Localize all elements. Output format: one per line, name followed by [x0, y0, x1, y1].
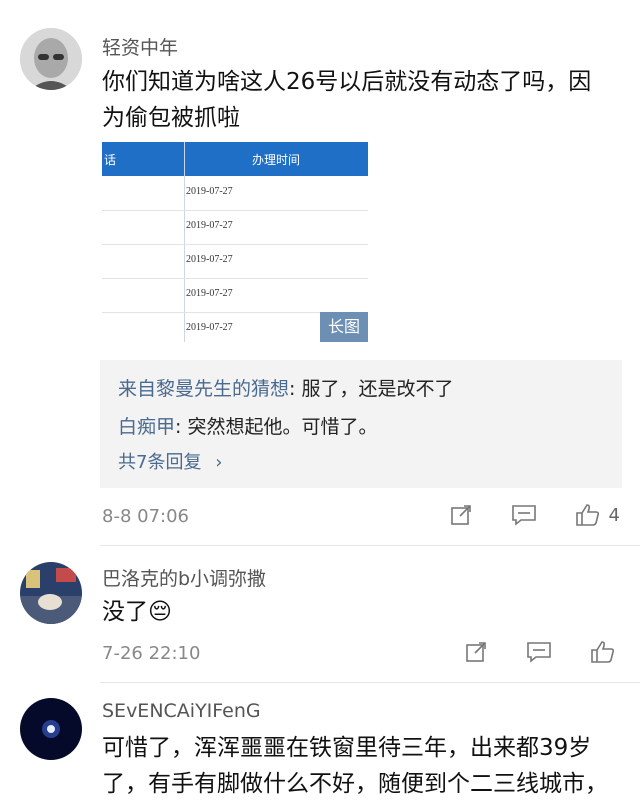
share-icon [466, 642, 486, 662]
share-icon [450, 505, 471, 525]
table-row: 2019-07-27 [102, 244, 368, 279]
long-image-badge: 长图 [320, 312, 368, 342]
date-cell: 2019-07-27 [186, 220, 233, 231]
reply-text: 服了，还是改不了 [301, 378, 454, 400]
thumbs-up-icon [575, 504, 599, 526]
timestamp: 7-26 22:10 [102, 643, 201, 664]
avatar[interactable] [20, 698, 82, 760]
more-replies-link[interactable]: 共7条回复 › [118, 448, 222, 474]
date-cell: 2019-07-27 [186, 288, 233, 299]
share-button[interactable] [449, 503, 473, 527]
table-row: 2019-07-27 [102, 210, 368, 245]
avatar[interactable] [20, 562, 82, 624]
share-button[interactable] [464, 640, 488, 664]
username[interactable]: SEvENCAiYIFenG [102, 700, 261, 722]
comment-actions: 4 [411, 503, 620, 527]
comment-text: 了，有手有脚做什么不好，随便到个二三线城市， [102, 771, 608, 797]
reply-author[interactable]: 白痴甲 [118, 416, 175, 438]
comment-text: 你们知道为啥这人26号以后就没有动态了吗，因 [102, 69, 592, 95]
chevron-right-icon: › [215, 452, 223, 473]
comment-text: 可惜了，浑浑噩噩在铁窗里待三年，出来都39岁 [102, 735, 592, 761]
comment-icon [511, 505, 536, 526]
comment-actions [426, 640, 616, 664]
reply-colon: : [289, 378, 302, 400]
divider [100, 682, 640, 683]
date-cell: 2019-07-27 [186, 186, 233, 197]
thumbs-up-icon [591, 641, 615, 663]
more-replies-label: 共7条回复 [118, 452, 202, 473]
date-cell: 2019-07-27 [186, 322, 233, 333]
table-header-cell: 话 [104, 153, 117, 167]
comment-image[interactable]: 话 办理时间 2019-07-27 2019-07-27 2019-07-27 … [102, 142, 368, 342]
username[interactable]: 轻资中年 [102, 33, 178, 60]
divider [100, 545, 640, 546]
date-cell: 2019-07-27 [186, 254, 233, 265]
table-row: 2019-07-27 [102, 278, 368, 313]
reply-text: 突然想起他。可惜了。 [187, 416, 378, 438]
comment-text: 为偷包被抓啦 [102, 105, 240, 131]
replies-box[interactable]: 来自黎曼先生的猜想: 服了，还是改不了 白痴甲: 突然想起他。可惜了。 共7条回… [100, 360, 622, 488]
reply-author[interactable]: 来自黎曼先生的猜想 [118, 378, 289, 400]
comment-button[interactable] [511, 503, 537, 527]
reply: 来自黎曼先生的猜想: 服了，还是改不了 [118, 374, 453, 401]
table-header-cell: 办理时间 [251, 153, 300, 167]
comment-text: 没了😔 [102, 599, 172, 625]
comment-icon [527, 642, 551, 663]
avatar[interactable] [20, 28, 82, 90]
timestamp: 8-8 07:06 [102, 506, 189, 527]
username[interactable]: 巴洛克的b小调弥撒 [102, 564, 266, 591]
table-row: 2019-07-27 [102, 176, 368, 211]
reply-colon: : [175, 416, 188, 438]
like-button[interactable]: 4 [575, 503, 620, 527]
reply: 白痴甲: 突然想起他。可惜了。 [118, 412, 377, 439]
like-button[interactable] [590, 640, 616, 664]
comment-button[interactable] [526, 640, 552, 664]
like-count: 4 [608, 504, 620, 526]
